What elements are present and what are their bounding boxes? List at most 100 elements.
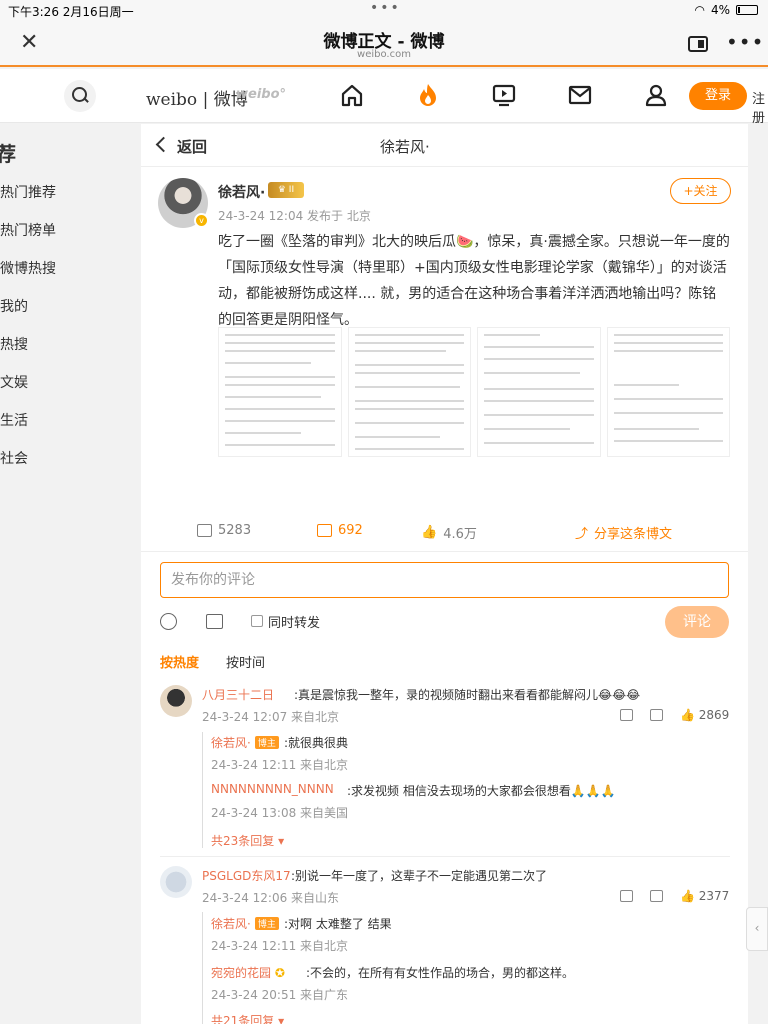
sidebar-item-hot-search[interactable]: 微博热搜 [0,258,56,278]
more-replies-link[interactable]: 共21条回复 ▾ [211,1012,284,1024]
hot-flame-icon[interactable] [415,82,441,108]
post-image-2[interactable] [347,327,471,457]
comment-meta: 24-3-24 12:07 来自北京 [202,710,340,724]
comment-meta: 24-3-24 12:06 来自山东 [202,891,340,905]
commenter-name[interactable]: 八月三十二日 [202,686,274,703]
reply-author[interactable]: 徐若风· 博主 [211,915,283,932]
repost-checkbox[interactable] [251,615,263,627]
share-label: 分享这条博文 [594,527,673,542]
battery-icon [736,5,758,15]
reply-author[interactable]: NNNNNNNNN_NNNN [211,782,334,796]
comment-reply-icon[interactable] [650,890,663,902]
comment-repost-icon[interactable] [620,709,633,721]
reply-author[interactable]: 宛宛的花园 ✪ [211,964,285,981]
emoji-icon[interactable] [160,613,177,630]
commenter-avatar[interactable] [160,866,192,898]
actions-divider [141,551,748,552]
verified-icon: ✪ [274,966,285,980]
weibo-logo-alt: weibo° [236,87,287,102]
multitask-dots-icon[interactable]: ••• [370,0,401,16]
reply-text: :不会的，在所有有女性作品的场合，男的都这样。 [306,966,575,980]
top-nav: weibo | 微博 weibo° 登录 注册 [0,69,768,126]
like-button[interactable]: 👍 4.6万 [421,523,477,542]
post-images [218,327,730,457]
sort-by-time-tab[interactable]: 按时间 [226,652,265,671]
commenter-name[interactable]: PSGLGD东风17 [202,867,291,884]
sidebar-item-trending[interactable]: 热搜 [0,334,28,354]
author-name[interactable]: 徐若风· [218,182,265,202]
thumbs-up-icon: 👍 [421,525,438,540]
sidebar-item-mine[interactable]: 我的 [0,296,28,316]
comment-count: 692 [338,523,363,538]
status-right: ◠ 4% [694,3,758,17]
page-url[interactable]: weibo.com [0,49,768,60]
reply-meta: 24-3-24 20:51 来自广东 [211,988,349,1002]
reply-thread-line [202,732,203,848]
sidebar-item-society[interactable]: 社会 [0,448,28,468]
sidebar-item-hot-list[interactable]: 热门榜单 [0,220,56,240]
weibo-logo[interactable]: weibo | 微博 [146,85,248,110]
reply-text: :就很典很典 [284,736,349,750]
reply-meta: 24-3-24 13:08 来自美国 [211,806,349,820]
reply-author[interactable]: 徐若风· 博主 [211,734,283,751]
comment-text: :真是震惊我一整年，录的视频随时翻出来看看都能解闷儿😂😂😂 [294,688,641,702]
comment-reply-icon[interactable] [650,709,663,721]
post-image-1[interactable] [218,327,342,457]
reply-thread-line [202,912,203,1024]
follow-button[interactable]: +关注 [670,178,731,204]
reply-text: :对啊 太难整了 结果 [284,917,392,931]
comment-button[interactable]: 692 [317,523,363,538]
comment-icon [317,524,332,537]
wifi-icon: ◠ [694,3,705,17]
more-icon[interactable]: ••• [726,30,764,54]
submit-comment-button[interactable]: 评论 [665,606,729,638]
sidebar-item-hot-recommend[interactable]: 热门推荐 [0,182,56,202]
back-button[interactable]: 返回 [177,136,207,157]
search-icon[interactable] [64,80,96,112]
tabs-icon[interactable] [688,36,708,52]
post-meta: 24-3-24 12:04 发布于 北京 [218,209,371,223]
repost-count: 5283 [218,523,252,538]
author-badge: 博主 [254,917,279,930]
verified-badge-icon: v [194,213,209,228]
reply-meta: 24-3-24 12:11 来自北京 [211,939,349,953]
share-button[interactable]: ⤴ 分享这条博文 [575,523,672,542]
home-icon[interactable] [339,82,365,108]
header-divider [141,166,748,167]
comment-like-button[interactable]: 👍 2869 [680,708,729,722]
image-upload-icon[interactable] [206,614,223,629]
sidebar-heading: 荐 [0,142,16,166]
comment-like-count: 2377 [698,889,730,903]
register-link[interactable]: 注册 [752,88,768,126]
post-image-3[interactable] [477,327,601,457]
side-collapse-handle[interactable]: ‹ [746,907,768,951]
more-replies-link[interactable]: 共23条回复 ▾ [211,832,284,849]
repost-button[interactable]: 5283 [197,523,251,538]
comment-like-count: 2869 [698,708,730,722]
header-title: 徐若风· [380,138,430,156]
sidebar-item-life[interactable]: 生活 [0,410,28,430]
commenter-avatar[interactable] [160,685,192,717]
video-icon[interactable] [491,82,517,108]
like-count: 4.6万 [443,527,477,542]
post-image-4[interactable] [606,327,730,457]
battery-percent: 4% [710,3,730,17]
comment-repost-icon[interactable] [620,890,633,902]
login-button[interactable]: 登录 [689,82,747,110]
sidebar-item-entertainment[interactable]: 文娱 [0,372,28,392]
comment-input[interactable]: 发布你的评论 [160,562,729,598]
post-actions: 5283 692 👍 4.6万 ⤴ 分享这条博文 [141,517,748,547]
author-badge: 博主 [254,736,279,749]
reply-text: :求发视频 相信没去现场的大家都会很想看🙏🙏🙏 [347,784,616,798]
sort-by-hot-tab[interactable]: 按热度 [160,652,199,671]
user-icon[interactable] [643,82,669,108]
comment-like-button[interactable]: 👍 2377 [680,889,729,903]
comment-divider [160,856,730,857]
status-time: 下午3:26 2月16日周一 [8,5,134,19]
share-icon: ⤴ [575,527,589,542]
mail-icon[interactable] [567,82,593,108]
member-crown-icon: ♛ II [268,182,304,198]
reply-meta: 24-3-24 12:11 来自北京 [211,758,349,772]
browser-toolbar: ✕ 微博正文 - 微博 weibo.com ••• [0,22,768,67]
repost-checkbox-label: 同时转发 [268,616,321,631]
